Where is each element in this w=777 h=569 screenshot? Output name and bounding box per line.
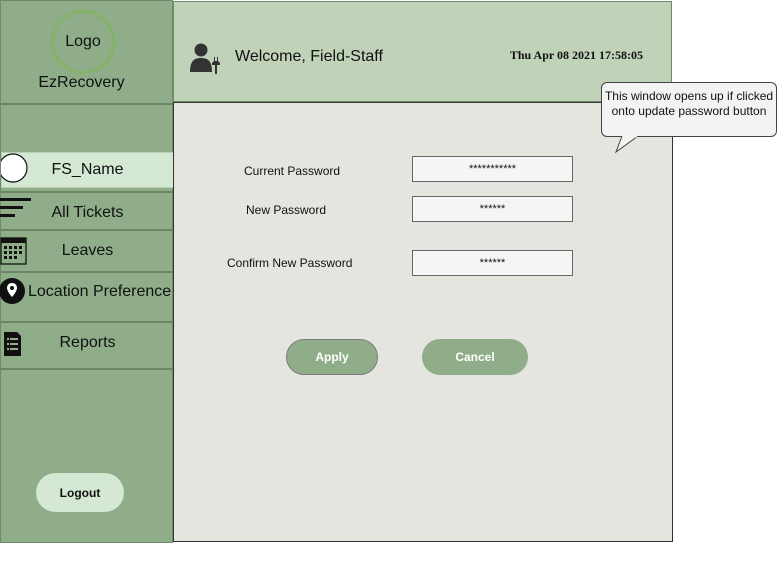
annotation-callout: This window opens up if clicked onto upd… [601,82,777,137]
sidebar-item-all-tickets[interactable]: All Tickets [0,193,174,229]
sidebar-item-label: Reports [59,334,116,351]
user-circle-icon [1,153,28,183]
header: Welcome, Field-Staff Thu Apr 08 2021 17:… [173,1,672,102]
update-password-panel: Current Password New Password Confirm Ne… [173,102,673,542]
annotation-text: This window opens up if clicked onto upd… [604,89,774,118]
current-password-field[interactable] [412,156,573,182]
welcome-text: Welcome, Field-Staff [235,48,383,65]
list-lines-icon [0,198,31,217]
sidebar-item-leaves[interactable]: Leaves [0,231,174,271]
location-pin-icon [0,278,25,304]
sidebar-item-label: FS_Name [51,161,124,178]
app-name: EzRecovery [38,74,125,91]
logo: Logo [51,10,115,74]
sidebar-item-reports[interactable]: Reports [1,323,174,367]
callout-tail [614,136,639,154]
sidebar-item-location-preference[interactable]: Location Preference [0,273,174,313]
current-password-label: Current Password [244,164,341,178]
logo-text: Logo [65,33,101,50]
sidebar-item-fs-name[interactable]: FS_Name [1,152,174,188]
sidebar-item-label: Location Preference [28,283,172,300]
confirm-password-field[interactable] [412,250,573,276]
sidebar-item-label: All Tickets [51,204,124,221]
new-password-label: New Password [246,203,327,217]
datetime: Thu Apr 08 2021 17:58:05 [509,48,643,62]
calendar-icon [0,237,27,265]
cancel-button[interactable]: Cancel [422,339,528,375]
sidebar: Logo EzRecovery FS_Name All Tickets Leav… [0,0,174,543]
new-password-field[interactable] [412,196,573,222]
sidebar-divider [1,103,174,105]
sidebar-divider [1,368,174,370]
apply-button[interactable]: Apply [286,339,378,375]
logout-button[interactable]: Logout [36,473,124,512]
document-icon [4,332,21,356]
field-staff-user-icon [190,43,220,74]
sidebar-item-label: Leaves [61,242,114,259]
confirm-password-label: Confirm New Password [227,256,353,270]
